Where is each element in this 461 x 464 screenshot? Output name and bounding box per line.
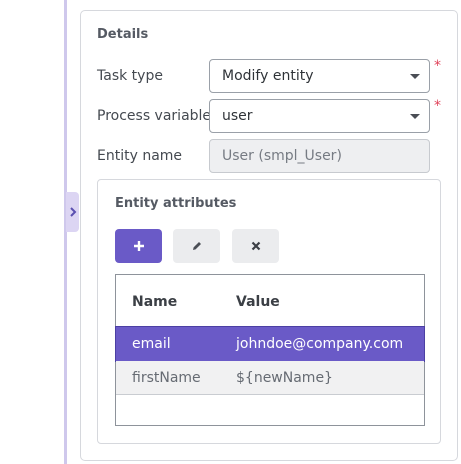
pencil-icon [192,242,201,250]
required-marker: * [434,58,441,74]
chevron-down-icon [410,74,420,79]
attributes-table: Name Value email johndoe@company.com fir… [115,274,425,426]
remove-attribute-button[interactable] [232,229,279,263]
row-value-cell: ${newName} [236,370,333,386]
task-type-label: Task type [97,68,163,84]
details-panel: Details Task type Modify entity * Proces… [80,10,458,461]
entity-name-field: User (smpl_User) [209,139,430,173]
process-variable-value: user [222,108,253,124]
task-type-select[interactable]: Modify entity [209,59,430,93]
entity-name-label: Entity name [97,148,183,164]
entity-attributes-title: Entity attributes [115,196,237,211]
add-attribute-button[interactable] [115,229,162,263]
task-type-value: Modify entity [222,68,314,84]
table-row[interactable]: email johndoe@company.com [115,326,425,362]
side-panel-border [64,0,67,464]
entity-name-value: User (smpl_User) [222,148,342,164]
chevron-right-icon [69,207,76,217]
column-header-name[interactable]: Name [132,275,177,329]
process-variable-label: Process variable [97,108,212,124]
collapse-panel-toggle[interactable] [66,192,79,232]
column-header-value[interactable]: Value [236,275,280,329]
row-name-cell: email [132,336,171,352]
chevron-down-icon [410,114,420,119]
row-value-cell: johndoe@company.com [236,336,404,352]
close-icon [251,241,260,251]
process-variable-select[interactable]: user [209,99,430,133]
table-row[interactable]: firstName ${newName} [116,361,424,395]
required-marker: * [434,98,441,114]
details-title: Details [97,27,149,42]
entity-attributes-panel: Entity attributes Name Value email johnd… [97,179,441,444]
plus-icon [133,241,144,251]
edit-attribute-button[interactable] [173,229,220,263]
row-name-cell: firstName [132,370,201,386]
